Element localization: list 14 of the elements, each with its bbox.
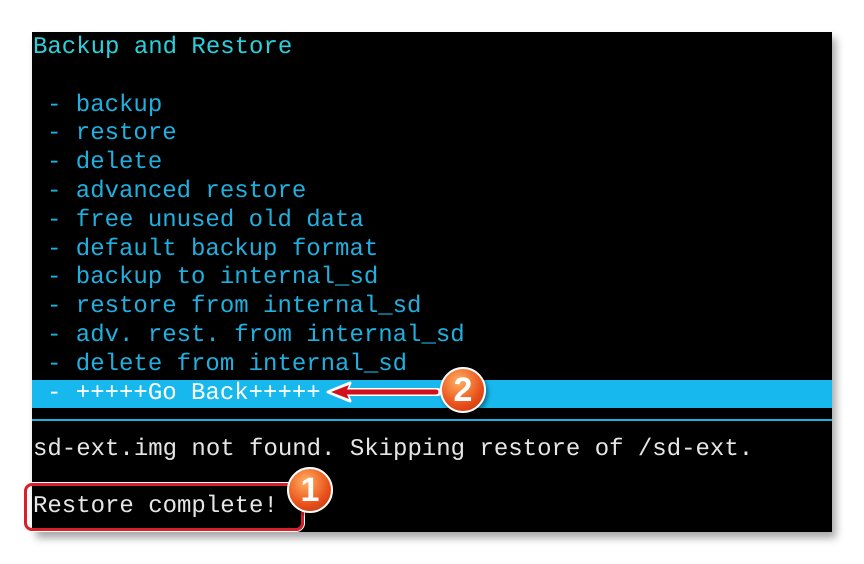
menu-item[interactable]: - restore from internal_sd — [47, 293, 422, 320]
menu-item[interactable]: - backup to internal_sd — [47, 264, 378, 292]
menu-item[interactable]: - delete — [47, 149, 162, 176]
menu-item[interactable]: - backup — [47, 92, 162, 119]
arrow-icon — [326, 382, 442, 402]
menu-item[interactable]: - restore — [47, 120, 177, 148]
log-line: sd-ext.img not found. Skipping restore of /sd-ext. — [33, 436, 754, 464]
menu-item[interactable]: - free unused old data — [47, 206, 364, 234]
log-line: Restore complete! — [33, 492, 278, 520]
menu-item[interactable]: - advanced restore — [47, 178, 306, 205]
menu-item[interactable]: - adv. rest. from internal_sd — [47, 322, 465, 349]
menu-item[interactable]: - delete from internal_sd — [47, 350, 408, 378]
menu-item[interactable]: - default backup format — [47, 236, 378, 263]
screen-title: Backup and Restore — [32, 34, 292, 61]
